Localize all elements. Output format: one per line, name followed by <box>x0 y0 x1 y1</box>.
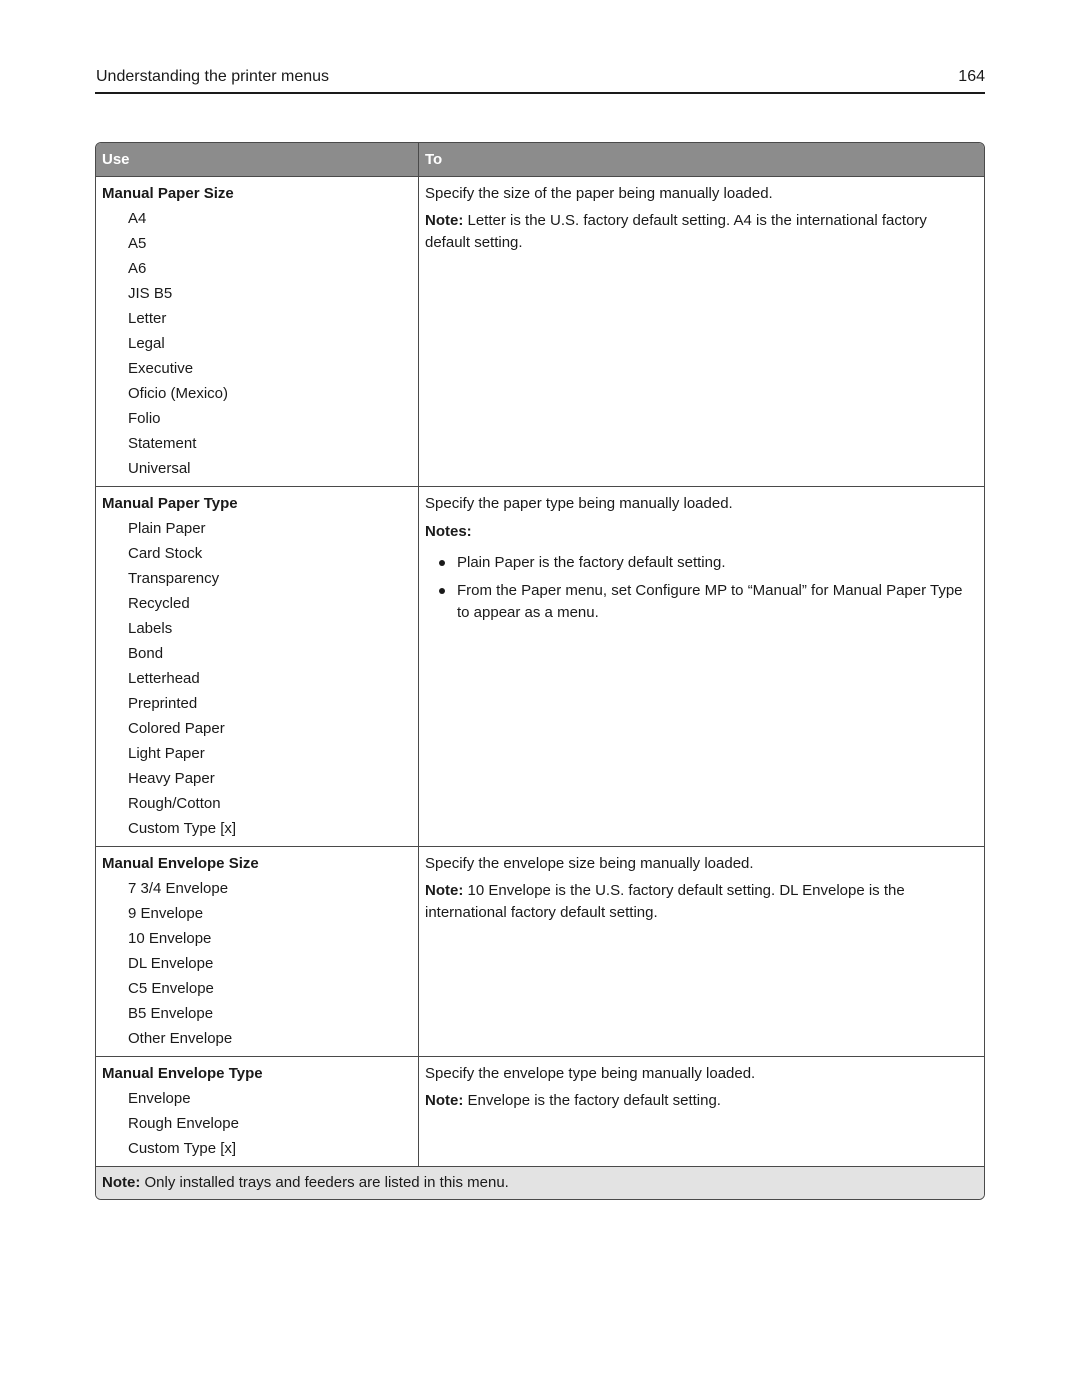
setting-description: Specify the paper type being manually lo… <box>425 495 733 512</box>
option-item: Card Stock <box>128 545 203 562</box>
table-header: Use To <box>96 143 984 177</box>
setting-note: Note: Letter is the U.S. factory default… <box>425 210 976 254</box>
option-item: 9 Envelope <box>128 905 204 922</box>
option-item: C5 Envelope <box>128 980 214 997</box>
setting-description: Specify the envelope type being manually… <box>425 1065 756 1082</box>
option-item: Rough Envelope <box>128 1115 239 1132</box>
option-item: Bond <box>128 645 164 662</box>
option-item: 7 3/4 Envelope <box>128 880 229 897</box>
table-row-manual-paper-type: Manual Paper Type Plain Paper Card Stock T… <box>96 487 984 847</box>
option-item: Custom Type [x] <box>128 1140 237 1157</box>
option-item: Executive <box>128 360 194 377</box>
option-item: A6 <box>128 260 147 277</box>
option-item: Labels <box>128 620 173 637</box>
option-list: 7 3/4 Envelope 9 Envelope 10 Envelope DL En… <box>102 876 418 1051</box>
use-cell: Manual Paper Type Plain Paper Card Stock T… <box>96 487 419 846</box>
note-text: From the Paper menu, set Configure MP to… <box>457 582 963 621</box>
option-item: Plain Paper <box>128 520 206 537</box>
option-list: Envelope Rough Envelope Custom Type [x] <box>102 1086 418 1161</box>
setting-name: Manual Paper Size <box>102 185 234 202</box>
setting-name: Manual Envelope Type <box>102 1065 263 1082</box>
option-item: Legal <box>128 335 165 352</box>
notes-heading: Notes: <box>425 523 472 540</box>
notes-list-item: From the Paper menu, set Configure MP to… <box>425 580 976 624</box>
option-item: Preprinted <box>128 695 198 712</box>
note-text: Envelope is the factory default setting. <box>463 1092 721 1109</box>
option-item: Universal <box>128 460 191 477</box>
option-item: Envelope <box>128 1090 191 1107</box>
bullet-icon <box>439 588 445 594</box>
table-row-manual-envelope-size: Manual Envelope Size 7 3/4 Envelope 9 Env… <box>96 847 984 1057</box>
option-item: Light Paper <box>128 745 205 762</box>
option-item: Folio <box>128 410 161 427</box>
option-item: Other Envelope <box>128 1030 233 1047</box>
setting-description: Specify the envelope size being manually… <box>425 855 754 872</box>
note-text: 10 Envelope is the U.S. factory default … <box>425 882 905 921</box>
setting-name: Manual Envelope Size <box>102 855 259 872</box>
note-label: Note: <box>102 1174 141 1191</box>
option-item: B5 Envelope <box>128 1005 214 1022</box>
option-item: 10 Envelope <box>128 930 212 947</box>
note-label: Note: <box>425 882 464 899</box>
use-cell: Manual Envelope Type Envelope Rough Envel… <box>96 1057 419 1166</box>
notes-list: Plain Paper is the factory default setti… <box>425 552 976 624</box>
note-text: Letter is the U.S. factory default setti… <box>425 212 927 251</box>
setting-name: Manual Paper Type <box>102 495 238 512</box>
to-cell: Specify the envelope type being manually… <box>419 1057 984 1166</box>
to-cell: Specify the size of the paper being manu… <box>419 177 984 486</box>
option-item: Heavy Paper <box>128 770 215 787</box>
use-cell: Manual Paper Size A4 A5 A6 JIS B5 Letter Lega… <box>96 177 419 486</box>
option-item: Recycled <box>128 595 190 612</box>
to-cell: Specify the paper type being manually lo… <box>419 487 984 846</box>
page-header: Understanding the printer menus 164 <box>95 68 985 94</box>
note-text: Plain Paper is the factory default setti… <box>457 554 726 571</box>
option-item: DL Envelope <box>128 955 214 972</box>
use-cell: Manual Envelope Size 7 3/4 Envelope 9 Env… <box>96 847 419 1056</box>
setting-note: Note: Envelope is the factory default se… <box>425 1090 976 1112</box>
note-label: Note: <box>425 1092 464 1109</box>
option-item: Transparency <box>128 570 220 587</box>
option-list: A4 A5 A6 JIS B5 Letter Legal Executive Oficio (… <box>102 206 418 481</box>
page-number: 164 <box>958 68 985 85</box>
option-item: Rough/Cotton <box>128 795 221 812</box>
page-title: Understanding the printer menus <box>96 68 330 85</box>
table-row-manual-envelope-type: Manual Envelope Type Envelope Rough Envel… <box>96 1057 984 1167</box>
option-item: Oficio (Mexico) <box>128 385 229 402</box>
option-item: Letter <box>128 310 167 327</box>
option-item: Statement <box>128 435 197 452</box>
table-footer-note: Note: Only installed trays and feeders a… <box>96 1167 984 1199</box>
note-label: Note: <box>425 212 464 229</box>
setting-description: Specify the size of the paper being manu… <box>425 185 773 202</box>
menu-settings-table: Use To Manual Paper Size A4 A5 A6 JIS B5 Let… <box>95 142 985 1200</box>
option-item: A5 <box>128 235 147 252</box>
bullet-icon <box>439 560 445 566</box>
option-item: Colored Paper <box>128 720 225 737</box>
option-list: Plain Paper Card Stock Transparency Recycle… <box>102 516 418 841</box>
to-cell: Specify the envelope size being manually… <box>419 847 984 1056</box>
table-row-manual-paper-size: Manual Paper Size A4 A5 A6 JIS B5 Letter Lega… <box>96 177 984 487</box>
option-item: Custom Type [x] <box>128 820 237 837</box>
option-item: A4 <box>128 210 147 227</box>
column-header-use: Use <box>96 143 419 176</box>
notes-list-item: Plain Paper is the factory default setti… <box>425 552 976 574</box>
option-item: Letterhead <box>128 670 200 687</box>
note-text: Only installed trays and feeders are lis… <box>140 1174 509 1191</box>
option-item: JIS B5 <box>128 285 173 302</box>
setting-note: Note: 10 Envelope is the U.S. factory de… <box>425 880 976 924</box>
column-header-to: To <box>425 151 443 168</box>
